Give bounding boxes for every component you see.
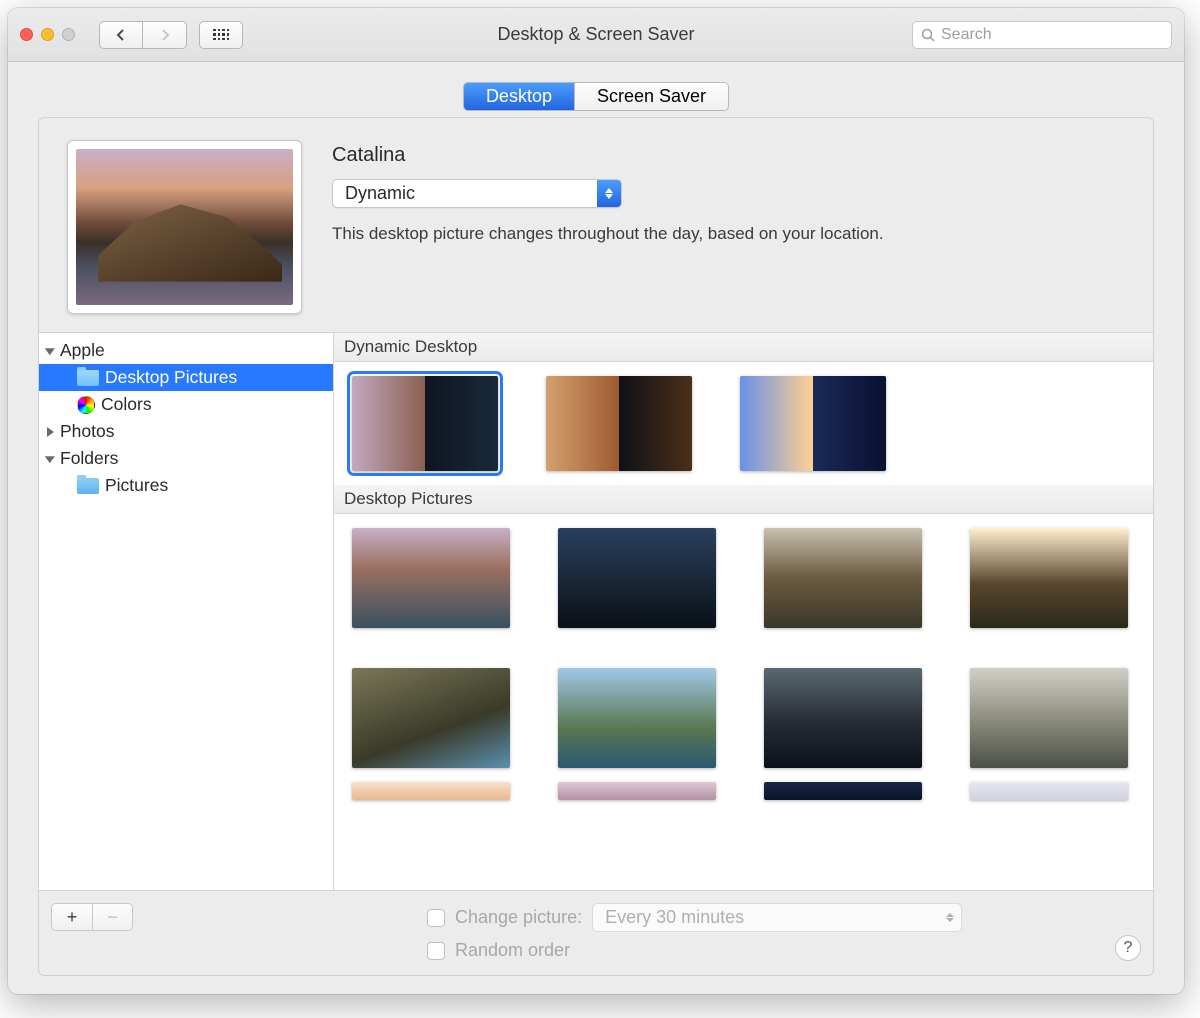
thumbnail[interactable] xyxy=(558,528,716,628)
section-header-pictures: Desktop Pictures xyxy=(334,485,1153,514)
folder-icon xyxy=(77,370,99,386)
change-picture-row: Change picture: Every 30 minutes xyxy=(427,903,962,932)
tree-item-folders[interactable]: Folders xyxy=(39,445,333,472)
interval-value: Every 30 minutes xyxy=(593,904,939,931)
tab-bar: Desktop Screen Saver xyxy=(38,82,1154,111)
thumbnail[interactable] xyxy=(970,668,1128,768)
change-picture-label: Change picture: xyxy=(455,907,582,928)
disclosure-triangle-icon[interactable] xyxy=(45,456,55,463)
random-order-label: Random order xyxy=(455,940,570,961)
folder-icon xyxy=(77,478,99,494)
tree-label: Pictures xyxy=(105,475,168,496)
tree-item-apple[interactable]: Apple xyxy=(39,337,333,364)
change-picture-checkbox[interactable] xyxy=(427,909,445,927)
thumbnail[interactable] xyxy=(970,528,1128,628)
traffic-lights xyxy=(20,28,75,41)
thumbnail[interactable] xyxy=(764,668,922,768)
dynamic-thumbnails xyxy=(334,362,1153,485)
wallpaper-preview xyxy=(67,140,302,314)
close-button[interactable] xyxy=(20,28,33,41)
main-panel: Catalina Dynamic This desktop picture ch… xyxy=(38,117,1154,976)
thumbnail-mojave-dynamic[interactable] xyxy=(546,376,692,471)
picture-thumbnails-row xyxy=(334,782,1153,800)
split-view: Apple Desktop Pictures Colors Photos xyxy=(39,332,1153,891)
add-remove-buttons: + − xyxy=(51,903,133,931)
question-mark-icon: ? xyxy=(1124,939,1133,957)
content: Desktop Screen Saver Catalina Dynamic Th… xyxy=(8,62,1184,994)
back-button[interactable] xyxy=(99,21,143,49)
tree-item-pictures[interactable]: Pictures xyxy=(39,472,333,499)
grid-icon xyxy=(213,29,229,41)
help-button[interactable]: ? xyxy=(1115,935,1141,961)
thumbnail[interactable] xyxy=(764,528,922,628)
source-sidebar[interactable]: Apple Desktop Pictures Colors Photos xyxy=(39,333,334,890)
updown-arrows-icon xyxy=(939,904,961,931)
tree-item-photos[interactable]: Photos xyxy=(39,418,333,445)
minimize-button[interactable] xyxy=(41,28,54,41)
show-all-button[interactable] xyxy=(199,21,243,49)
tab-segmented-control: Desktop Screen Saver xyxy=(463,82,729,111)
thumbnail[interactable] xyxy=(970,782,1128,800)
interval-select: Every 30 minutes xyxy=(592,903,962,932)
tree-label: Desktop Pictures xyxy=(105,367,237,388)
disclosure-triangle-icon[interactable] xyxy=(47,427,54,437)
wallpaper-name: Catalina xyxy=(332,144,1125,167)
search-icon xyxy=(921,28,935,42)
wallpaper-mode-value: Dynamic xyxy=(333,180,597,207)
options: Change picture: Every 30 minutes Random … xyxy=(427,903,962,961)
search-input[interactable] xyxy=(941,26,1163,44)
chevron-right-icon xyxy=(160,29,170,41)
picture-thumbnails xyxy=(334,514,1153,782)
titlebar: Desktop & Screen Saver xyxy=(8,8,1184,62)
wallpaper-mode-select[interactable]: Dynamic xyxy=(332,179,622,208)
tab-screen-saver[interactable]: Screen Saver xyxy=(574,83,728,110)
chevron-left-icon xyxy=(116,29,126,41)
bottom-bar: + − Change picture: Every 30 minutes xyxy=(39,891,1153,961)
tree-label: Photos xyxy=(60,421,114,442)
add-folder-button[interactable]: + xyxy=(52,904,92,930)
disclosure-triangle-icon[interactable] xyxy=(45,348,55,355)
color-wheel-icon xyxy=(77,396,95,414)
tree-item-desktop-pictures[interactable]: Desktop Pictures xyxy=(39,364,333,391)
remove-folder-button: − xyxy=(92,904,132,930)
thumbnail-solar-dynamic[interactable] xyxy=(740,376,886,471)
thumbnail[interactable] xyxy=(764,782,922,800)
tree-label: Folders xyxy=(60,448,118,469)
wallpaper-preview-image xyxy=(76,149,293,305)
tree-label: Colors xyxy=(101,394,152,415)
tree-label: Apple xyxy=(60,340,105,361)
thumbnail[interactable] xyxy=(558,782,716,800)
section-header-dynamic: Dynamic Desktop xyxy=(334,333,1153,362)
zoom-button xyxy=(62,28,75,41)
search-field[interactable] xyxy=(912,21,1172,49)
tree-item-colors[interactable]: Colors xyxy=(39,391,333,418)
plus-icon: + xyxy=(67,907,78,928)
window-title: Desktop & Screen Saver xyxy=(497,24,694,45)
thumbnail-catalina-dynamic[interactable] xyxy=(352,376,498,471)
tab-desktop[interactable]: Desktop xyxy=(464,83,574,110)
wallpaper-browser: Dynamic Desktop Desktop Pictures xyxy=(334,333,1153,890)
prefs-window: Desktop & Screen Saver Desktop Screen Sa… xyxy=(8,8,1184,994)
random-order-row: Random order xyxy=(427,940,962,961)
updown-arrows-icon xyxy=(597,180,621,207)
minus-icon: − xyxy=(107,907,118,928)
forward-button xyxy=(143,21,187,49)
wallpaper-description: This desktop picture changes throughout … xyxy=(332,224,1125,244)
thumbnail[interactable] xyxy=(558,668,716,768)
random-order-checkbox xyxy=(427,942,445,960)
nav-buttons xyxy=(99,21,187,49)
preview-section: Catalina Dynamic This desktop picture ch… xyxy=(39,140,1153,332)
wallpaper-info: Catalina Dynamic This desktop picture ch… xyxy=(332,140,1125,314)
thumbnail[interactable] xyxy=(352,668,510,768)
thumbnail[interactable] xyxy=(352,528,510,628)
thumbnail[interactable] xyxy=(352,782,510,800)
